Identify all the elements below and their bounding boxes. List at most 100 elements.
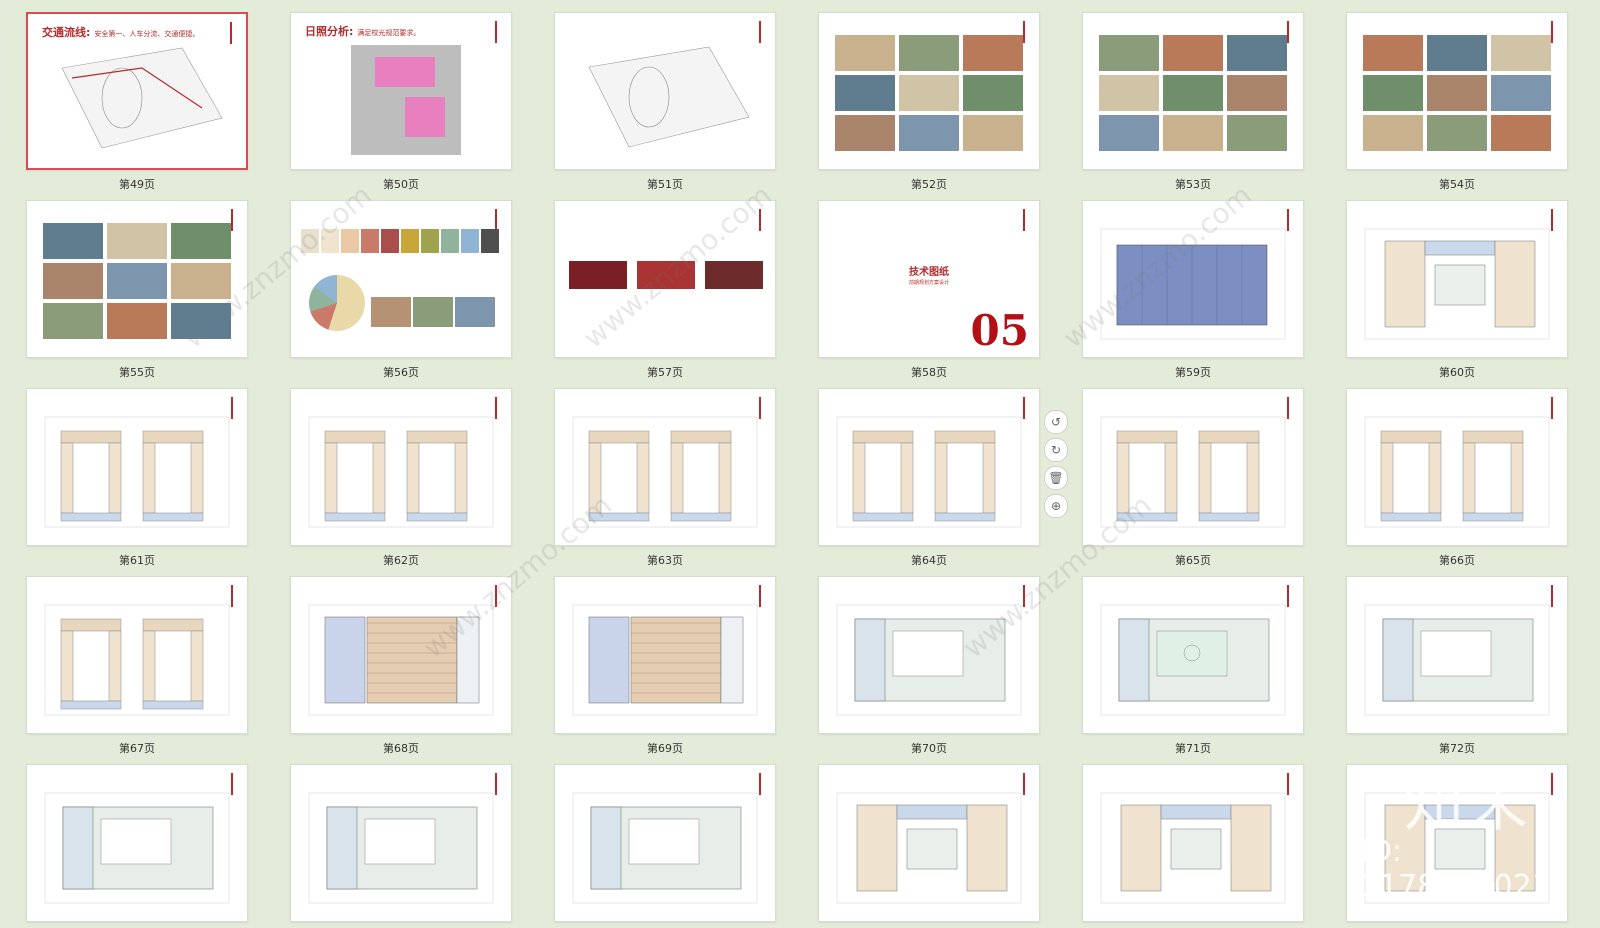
page-thumbnail[interactable] [290, 764, 512, 928]
page-preview[interactable] [554, 388, 776, 546]
page-preview[interactable] [818, 12, 1040, 170]
page-thumbnail[interactable]: 第56页 [290, 200, 512, 380]
photo-image [963, 75, 1023, 111]
plan-room [1420, 630, 1492, 677]
page-thumbnail[interactable]: 第57页 [554, 200, 776, 380]
floor-plan-drawing [1100, 792, 1286, 904]
page-preview[interactable] [26, 576, 248, 734]
page-preview[interactable] [554, 764, 776, 922]
plan-room [852, 430, 914, 444]
page-preview[interactable] [818, 388, 1040, 546]
page-thumbnail[interactable]: 第68页 [290, 576, 512, 756]
page-thumbnail[interactable]: 第66页 [1346, 388, 1568, 568]
floor-plan-drawing [836, 604, 1022, 716]
page-preview[interactable] [1346, 576, 1568, 734]
site-drawing [351, 45, 461, 155]
floor-plan-drawing [1100, 604, 1286, 716]
page-preview[interactable] [1082, 388, 1304, 546]
page-preview[interactable] [1346, 388, 1568, 546]
page-label: 第70页 [911, 742, 947, 755]
page-preview[interactable] [1346, 12, 1568, 170]
color-swatch [321, 229, 339, 253]
plan-room [1120, 804, 1162, 892]
page-preview[interactable] [26, 388, 248, 546]
page-preview[interactable]: 技术图纸 前期规划方案设计 05 [818, 200, 1040, 358]
delete-icon[interactable]: 🗑 [1044, 466, 1068, 490]
page-preview[interactable] [1082, 576, 1304, 734]
page-thumbnail[interactable]: 第62页 [290, 388, 512, 568]
page-thumbnail[interactable]: 第64页 [818, 388, 1040, 568]
floor-plan-drawing [1100, 416, 1286, 528]
page-preview[interactable] [818, 576, 1040, 734]
page-preview[interactable] [290, 764, 512, 922]
page-thumbnail[interactable]: 第60页 [1346, 200, 1568, 380]
floor-plan-drawing [836, 792, 1022, 904]
page-thumbnail[interactable]: 第51页 [554, 12, 776, 192]
page-thumbnail[interactable]: 第67页 [26, 576, 248, 756]
page-thumbnail[interactable]: 技术图纸 前期规划方案设计 05 第58页 [818, 200, 1040, 380]
page-preview[interactable] [554, 576, 776, 734]
page-thumbnail[interactable]: 第70页 [818, 576, 1040, 756]
page-preview[interactable]: 交通流线: 安全第一、人车分流、交通便捷。 [26, 12, 248, 170]
page-thumbnail[interactable] [26, 764, 248, 928]
diagram-block [569, 261, 627, 289]
page-subtitle: 满足校光规范要求。 [357, 29, 421, 37]
color-swatch [361, 229, 379, 253]
page-preview[interactable] [554, 200, 776, 358]
photo-image [107, 223, 167, 259]
plan-room [108, 630, 122, 702]
page-preview[interactable] [26, 764, 248, 922]
rotate-right-icon[interactable]: ↻ [1044, 438, 1068, 462]
page-thumbnail[interactable]: 日照分析: 满足校光规范要求。 第50页 [290, 12, 512, 192]
plan-room [718, 442, 732, 514]
page-thumbnail[interactable]: 第71页 [1082, 576, 1304, 756]
page-thumbnail[interactable]: 第61页 [26, 388, 248, 568]
page-thumbnail[interactable]: 第69页 [554, 576, 776, 756]
page-preview[interactable] [818, 764, 1040, 922]
plan-room [670, 512, 732, 522]
photo-image [455, 297, 495, 327]
floor-plan-drawing [1364, 416, 1550, 528]
photo-image [413, 297, 453, 327]
page-preview[interactable]: 日照分析: 满足校光规范要求。 [290, 12, 512, 170]
plan-room [1380, 442, 1394, 514]
diagram-block [637, 261, 695, 289]
add-icon[interactable]: ⊕ [1044, 494, 1068, 518]
plan-room [62, 806, 94, 890]
page-thumbnail[interactable]: 交通流线: 安全第一、人车分流、交通便捷。 第49页 [26, 12, 248, 192]
page-thumbnail[interactable]: 第63页 [554, 388, 776, 568]
pie-chart-image [309, 275, 365, 331]
page-label: 第59页 [1175, 366, 1211, 379]
page-thumbnail[interactable]: 第55页 [26, 200, 248, 380]
photo-image [1491, 35, 1551, 71]
page-preview[interactable] [554, 12, 776, 170]
page-thumbnail[interactable]: 第54页 [1346, 12, 1568, 192]
page-thumbnail[interactable]: 第59页 [1082, 200, 1304, 380]
page-thumbnail[interactable]: 第52页 [818, 12, 1040, 192]
page-label: 第62页 [383, 554, 419, 567]
page-preview[interactable] [290, 576, 512, 734]
page-thumbnail[interactable]: 第72页 [1346, 576, 1568, 756]
page-preview[interactable] [1082, 12, 1304, 170]
rotate-left-icon[interactable]: ↺ [1044, 410, 1068, 434]
plan-room [670, 442, 684, 514]
photo-image [835, 35, 895, 71]
floor-plan-drawing [308, 416, 494, 528]
page-thumbnail[interactable]: 第65页 [1082, 388, 1304, 568]
photo-image [1227, 75, 1287, 111]
plan-room [588, 616, 630, 704]
page-thumbnail[interactable] [818, 764, 1040, 928]
floor-plan-drawing [308, 604, 494, 716]
cover-heading: 技术图纸 [909, 267, 949, 278]
page-thumbnail[interactable] [1082, 764, 1304, 928]
page-preview[interactable] [1346, 200, 1568, 358]
page-preview[interactable] [1082, 764, 1304, 922]
page-preview[interactable] [26, 200, 248, 358]
plan-room [406, 512, 468, 522]
page-preview[interactable] [1082, 200, 1304, 358]
page-preview[interactable] [290, 200, 512, 358]
page-preview[interactable] [290, 388, 512, 546]
page-thumbnail[interactable] [554, 764, 776, 928]
sun-block [375, 57, 435, 87]
page-thumbnail[interactable]: 第53页 [1082, 12, 1304, 192]
